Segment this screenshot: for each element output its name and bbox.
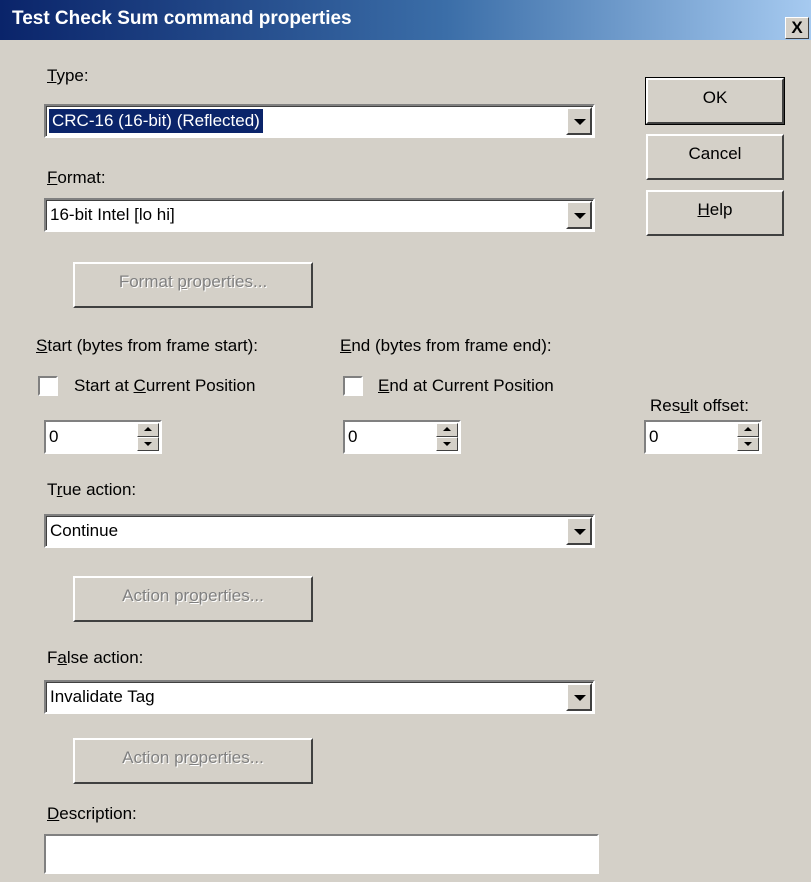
cancel-button[interactable]: Cancel — [646, 134, 784, 180]
type-label: Type: — [47, 66, 89, 85]
end-at-current-position-label: End at Current Position — [378, 376, 554, 395]
result-offset-value: 0 — [649, 427, 659, 446]
description-input[interactable] — [44, 834, 599, 874]
close-button[interactable]: X — [785, 17, 809, 39]
format-properties-button[interactable]: Format properties... — [73, 262, 313, 308]
false-action-value: Invalidate Tag — [50, 687, 155, 706]
ok-button[interactable]: OK — [645, 77, 785, 125]
end-label: End (bytes from frame end): — [340, 336, 552, 355]
false-action-properties-button[interactable]: Action properties... — [73, 738, 313, 784]
false-action-select[interactable]: Invalidate Tag — [44, 680, 595, 714]
end-at-current-position-checkbox[interactable] — [343, 376, 363, 396]
spin-up-icon[interactable] — [137, 423, 159, 437]
help-button[interactable]: Help — [646, 190, 784, 236]
title-bar: Test Check Sum command properties X — [0, 0, 811, 40]
start-at-current-position-checkbox[interactable] — [38, 376, 58, 396]
type-dropdown-arrow-icon[interactable] — [566, 107, 592, 135]
format-dropdown-arrow-icon[interactable] — [566, 201, 592, 229]
end-offset-spinner[interactable]: 0 — [343, 420, 461, 454]
spin-down-icon[interactable] — [137, 437, 159, 451]
false-action-label: False action: — [47, 648, 144, 667]
true-action-value: Continue — [50, 521, 119, 540]
start-label: Start (bytes from frame start): — [36, 336, 258, 355]
spin-down-icon[interactable] — [436, 437, 458, 451]
true-action-properties-button[interactable]: Action properties... — [73, 576, 313, 622]
true-action-label: True action: — [47, 480, 137, 499]
start-offset-value: 0 — [49, 427, 59, 446]
start-offset-spinner[interactable]: 0 — [44, 420, 162, 454]
type-select[interactable]: CRC-16 (16-bit) (Reflected) — [44, 104, 595, 138]
window-title: Test Check Sum command properties — [12, 8, 352, 29]
false-action-dropdown-arrow-icon[interactable] — [566, 683, 592, 711]
result-offset-spinner[interactable]: 0 — [644, 420, 762, 454]
spin-up-icon[interactable] — [737, 423, 759, 437]
format-value: 16-bit Intel [lo hi] — [50, 205, 175, 224]
format-select[interactable]: 16-bit Intel [lo hi] — [44, 198, 595, 232]
spin-up-icon[interactable] — [436, 423, 458, 437]
description-label: Description: — [47, 804, 137, 823]
true-action-select[interactable]: Continue — [44, 514, 595, 548]
start-at-current-position-label: Start at Current Position — [74, 376, 256, 395]
true-action-dropdown-arrow-icon[interactable] — [566, 517, 592, 545]
format-label: Format: — [47, 168, 106, 187]
type-value: CRC-16 (16-bit) (Reflected) — [49, 109, 263, 133]
spin-down-icon[interactable] — [737, 437, 759, 451]
end-offset-value: 0 — [348, 427, 358, 446]
result-offset-label: Result offset: — [650, 396, 749, 415]
